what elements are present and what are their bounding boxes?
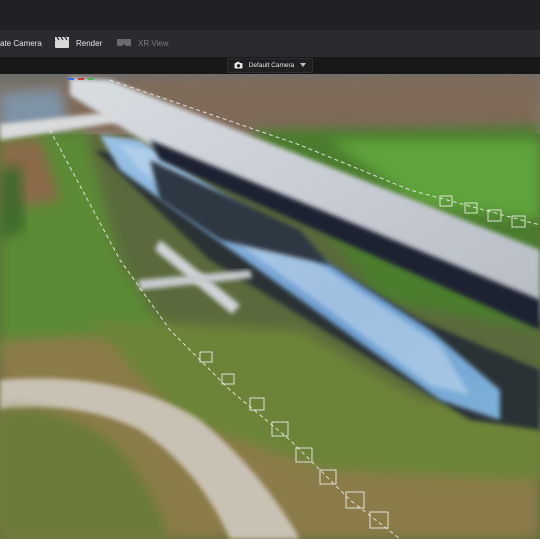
3d-viewport[interactable] xyxy=(0,74,540,539)
render-label: Render xyxy=(76,39,103,48)
main-toolbar: ate Camera Render XR View xyxy=(0,30,540,57)
create-camera-button[interactable]: ate Camera xyxy=(0,30,42,57)
xr-view-label: XR View xyxy=(138,39,169,48)
camera-bar: Default Camera xyxy=(0,57,540,74)
camera-selector-dropdown[interactable]: Default Camera xyxy=(226,58,314,73)
window-title-bar xyxy=(0,0,540,31)
gaussian-splat-scene xyxy=(0,74,540,539)
clapperboard-icon xyxy=(54,36,70,51)
axis-gizmo xyxy=(68,78,94,80)
triangle-down-icon xyxy=(300,62,307,69)
camera-icon xyxy=(234,61,243,71)
render-button[interactable]: Render xyxy=(54,30,102,57)
xr-view-button[interactable]: XR View xyxy=(116,30,169,57)
create-camera-label: ate Camera xyxy=(0,39,42,48)
vr-headset-icon xyxy=(116,38,132,50)
camera-selector-value: Default Camera xyxy=(248,62,295,69)
